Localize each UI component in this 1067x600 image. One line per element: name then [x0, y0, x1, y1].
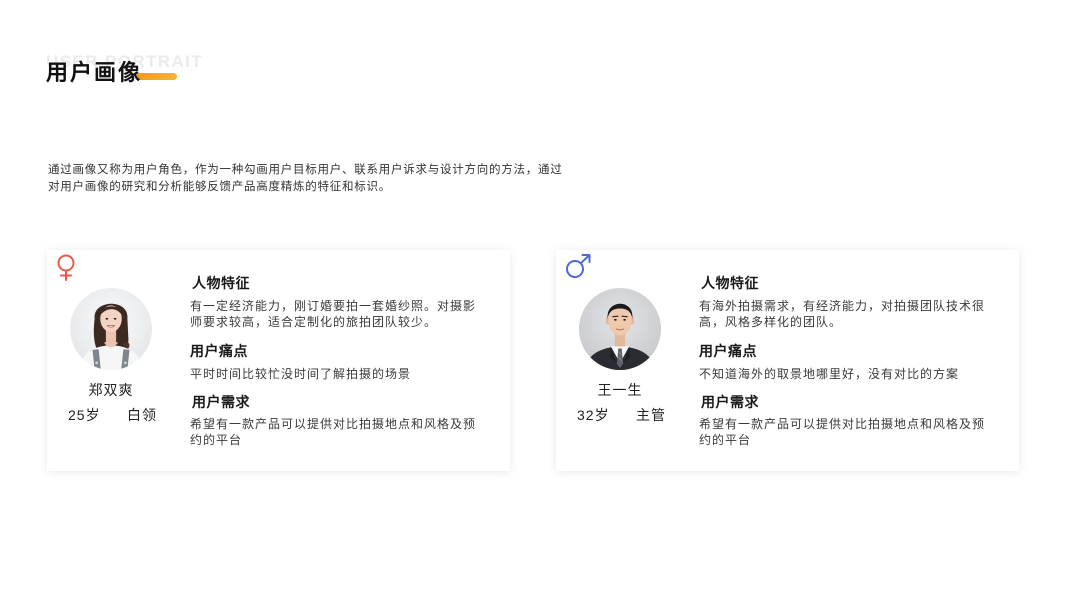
section-body-pain-points: 平时时间比较忙没时间了解拍摄的场景 [190, 366, 411, 382]
persona-age: 32岁 [577, 407, 610, 423]
section-line: 希望有一款产品可以提供对比拍摄地点和风格及预 [190, 417, 477, 431]
persona-name: 王一生 [597, 382, 643, 398]
section-body-needs: 希望有一款产品可以提供对比拍摄地点和风格及预 约的平台 [190, 416, 476, 448]
section-heading-needs: 用户需求 [701, 394, 759, 410]
section-body-pain-points: 不知道海外的取景地哪里好，没有对比的方案 [699, 366, 959, 382]
man-in-suit-portrait-photo [579, 288, 661, 370]
section-heading-pain-points: 用户痛点 [699, 343, 757, 359]
section-line: 约的平台 [190, 433, 243, 447]
section-line: 希望有一款产品可以提供对比拍摄地点和风格及预 [699, 417, 986, 431]
woman-portrait-photo [70, 288, 152, 370]
section-heading-pain-points: 用户痛点 [190, 343, 248, 359]
title-accent-bar [136, 73, 177, 80]
intro-line: 通过画像又称为用户角色，作为一种勾画用户目标用户、联系用户诉求与设计方向的方法，… [48, 164, 563, 176]
section-body-traits: 有海外拍摄需求，有经济能力，对拍摄团队技术很 高，风格多样化的团队。 [699, 298, 985, 330]
section-line: 有一定经济能力，刚订婚要拍一套婚纱照。对摄影 [190, 299, 477, 313]
section-line: 有海外拍摄需求，有经济能力，对拍摄团队技术很 [699, 299, 986, 313]
intro-line: 对用户画像的研究和分析能够反馈产品高度精炼的特征和标识。 [48, 181, 391, 193]
section-line: 平时时间比较忙没时间了解拍摄的场景 [190, 367, 412, 381]
persona-occupation: 主管 [636, 407, 666, 423]
section-body-needs: 希望有一款产品可以提供对比拍摄地点和风格及预 约的平台 [699, 416, 985, 448]
persona-name: 郑双爽 [88, 382, 134, 398]
section-line: 约的平台 [699, 433, 752, 447]
section-heading-traits: 人物特征 [192, 275, 250, 291]
section-line: 师要求较高，适合定制化的旅拍团队较少。 [190, 315, 438, 329]
persona-card: 郑双爽 25岁 白领 人物特征 有一定经济能力，刚订婚要拍一套婚纱照。对摄影 师… [47, 250, 510, 471]
section-heading-traits: 人物特征 [701, 275, 759, 291]
female-symbol-icon [57, 254, 75, 281]
avatar [70, 288, 152, 370]
male-symbol-icon [566, 254, 591, 278]
intro-paragraph: 通过画像又称为用户角色，作为一种勾画用户目标用户、联系用户诉求与设计方向的方法，… [48, 162, 563, 196]
section-line: 高，风格多样化的团队。 [699, 315, 843, 329]
page-title: 用户画像 [46, 60, 143, 85]
section-body-traits: 有一定经济能力，刚订婚要拍一套婚纱照。对摄影 师要求较高，适合定制化的旅拍团队较… [190, 298, 476, 330]
persona-occupation: 白领 [127, 407, 157, 423]
persona-age: 25岁 [68, 407, 101, 423]
persona-card: 王一生 32岁 主管 人物特征 有海外拍摄需求，有经济能力，对拍摄团队技术很 高… [556, 250, 1019, 471]
section-heading-needs: 用户需求 [192, 394, 250, 410]
avatar [579, 288, 661, 370]
section-line: 不知道海外的取景地哪里好，没有对比的方案 [699, 367, 960, 381]
